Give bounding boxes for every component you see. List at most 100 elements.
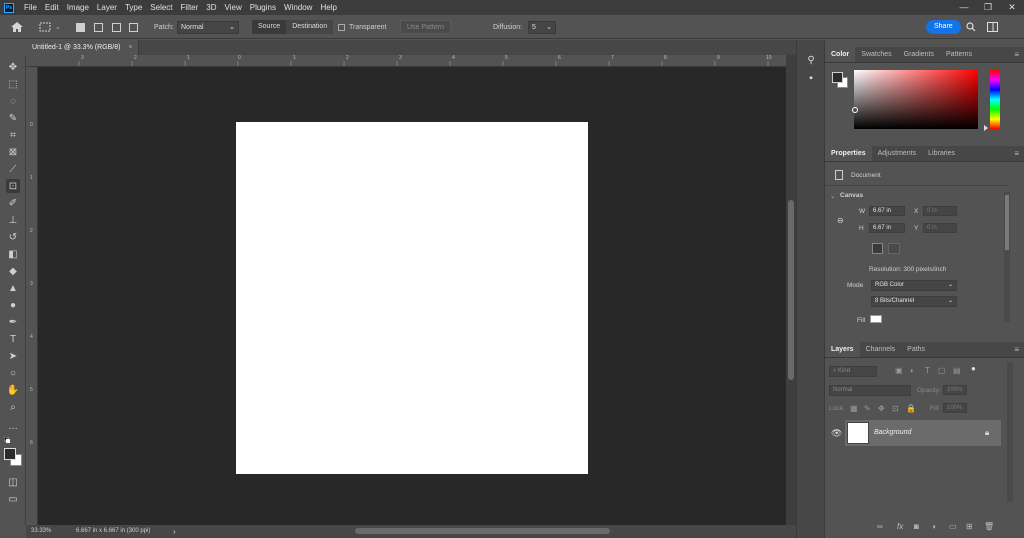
use-pattern-button[interactable]: Use Pattern xyxy=(400,20,451,34)
horizontal-scroll-thumb[interactable] xyxy=(355,528,610,534)
layer-name[interactable]: Background xyxy=(874,429,911,436)
menu-help[interactable]: Help xyxy=(316,0,340,15)
close-tab-icon[interactable]: × xyxy=(128,44,132,51)
filter-pixel-icon[interactable]: ▣ xyxy=(895,366,903,375)
paint-bucket-tool-icon[interactable]: ◆ xyxy=(6,264,20,278)
share-button[interactable]: Share xyxy=(926,20,961,34)
menu-file[interactable]: File xyxy=(20,0,41,15)
menu-filter[interactable]: Filter xyxy=(177,0,203,15)
zoom-tool-icon[interactable]: ⌕ xyxy=(6,400,20,414)
x-field[interactable]: 0 in xyxy=(923,206,957,216)
height-field[interactable]: 6.67 in xyxy=(869,223,905,233)
bit-depth-select[interactable]: 8 Bits/Channel ⌄ xyxy=(871,296,957,307)
hue-slider-handle[interactable] xyxy=(984,125,988,131)
comments-panel-icon[interactable]: ▪ xyxy=(804,72,818,86)
lock-pixels-icon[interactable]: ✎ xyxy=(864,404,871,413)
filter-shape-icon[interactable]: ▢ xyxy=(938,366,946,375)
add-mask-icon[interactable]: ◙ xyxy=(914,522,919,531)
close-button[interactable]: ✕ xyxy=(1000,0,1024,15)
layer-style-icon[interactable]: fx xyxy=(897,522,903,531)
patch-mode-select[interactable]: Normal ⌄ xyxy=(177,20,239,34)
tab-paths[interactable]: Paths xyxy=(901,342,931,357)
path-selection-tool-icon[interactable]: ➤ xyxy=(6,349,20,363)
filter-type-icon[interactable]: T xyxy=(925,366,930,375)
hand-tool-icon[interactable]: ✋ xyxy=(6,383,20,397)
home-button[interactable] xyxy=(10,15,24,39)
eyedropper-tool-icon[interactable]: ⟋ xyxy=(6,162,20,176)
delete-layer-icon[interactable]: 🗑︎ xyxy=(984,522,994,531)
panel-menu-icon[interactable]: ≡ xyxy=(1014,342,1019,358)
eye-icon[interactable]: 👁 xyxy=(831,428,842,439)
layer-kind-filter[interactable]: ⌕ Kind xyxy=(829,366,877,377)
patch-tool-icon[interactable]: ⊡ xyxy=(6,179,20,193)
menu-select[interactable]: Select xyxy=(146,0,176,15)
menu-plugins[interactable]: Plugins xyxy=(246,0,280,15)
tab-patterns[interactable]: Patterns xyxy=(940,47,978,62)
minimize-button[interactable]: — xyxy=(952,0,976,15)
dodge-tool-icon[interactable]: ● xyxy=(6,298,20,312)
history-panel-icon[interactable]: ⚲ xyxy=(804,54,818,68)
menu-layer[interactable]: Layer xyxy=(93,0,121,15)
lock-transparent-icon[interactable]: ▦ xyxy=(850,404,858,413)
color-picker-cursor[interactable] xyxy=(852,107,858,113)
landscape-orientation-button[interactable] xyxy=(888,243,900,254)
workspace-button[interactable] xyxy=(987,15,998,39)
lock-artboard-icon[interactable]: ⊡ xyxy=(892,404,899,413)
more-tools-icon[interactable]: … xyxy=(6,419,20,433)
zoom-level[interactable]: 33.33% xyxy=(31,528,51,534)
properties-scroll-thumb[interactable] xyxy=(1005,195,1009,250)
filter-adjustment-icon[interactable]: ◐ xyxy=(910,366,915,375)
adjustment-layer-icon[interactable]: ◑ xyxy=(931,522,936,531)
shape-tool-icon[interactable]: ○ xyxy=(6,366,20,380)
fill-field[interactable]: 100% xyxy=(943,403,967,413)
status-menu-arrow[interactable]: › xyxy=(173,527,176,536)
type-tool-icon[interactable]: T xyxy=(6,332,20,346)
tab-color[interactable]: Color xyxy=(825,47,856,62)
selection-mode-subtract[interactable] xyxy=(112,15,121,39)
layers-scrollbar[interactable] xyxy=(1007,362,1013,502)
selection-mode-add[interactable] xyxy=(94,15,103,39)
quick-mask-icon[interactable]: ◫ xyxy=(6,475,20,489)
new-group-icon[interactable]: ▭ xyxy=(949,522,957,531)
panel-menu-icon[interactable]: ≡ xyxy=(1014,146,1019,162)
tab-properties[interactable]: Properties xyxy=(825,146,872,161)
menu-window[interactable]: Window xyxy=(280,0,316,15)
foreground-color-swatch[interactable] xyxy=(4,448,16,460)
portrait-orientation-button[interactable] xyxy=(872,243,883,254)
y-field[interactable]: 0 in xyxy=(923,223,957,233)
new-layer-icon[interactable]: ⊞ xyxy=(966,522,973,531)
menu-image[interactable]: Image xyxy=(63,0,93,15)
selection-mode-intersect[interactable] xyxy=(129,15,138,39)
filter-smart-object-icon[interactable]: ▤ xyxy=(953,366,961,375)
lasso-tool-icon[interactable]: ◌ xyxy=(6,94,20,108)
default-colors-icon[interactable] xyxy=(3,436,10,443)
eraser-tool-icon[interactable]: ◧ xyxy=(6,247,20,261)
document-canvas[interactable] xyxy=(236,122,588,474)
source-button[interactable]: Source xyxy=(252,20,287,34)
crop-tool-icon[interactable]: ⌗ xyxy=(6,128,20,142)
blend-mode-select[interactable]: Normal xyxy=(829,385,911,396)
quick-selection-tool-icon[interactable]: ✎ xyxy=(6,111,20,125)
tab-libraries[interactable]: Libraries xyxy=(922,146,961,161)
panel-menu-icon[interactable]: ≡ xyxy=(1014,47,1019,63)
tab-layers[interactable]: Layers xyxy=(825,342,860,357)
diffusion-select[interactable]: 5 ⌄ xyxy=(528,20,556,34)
tab-swatches[interactable]: Swatches xyxy=(855,47,897,62)
document-tab[interactable]: Untitled-1 @ 33.3% (RGB/8) × xyxy=(26,40,140,55)
screen-mode-icon[interactable]: ▭ xyxy=(6,492,20,506)
menu-view[interactable]: View xyxy=(221,0,246,15)
tab-channels[interactable]: Channels xyxy=(860,342,902,357)
clone-stamp-tool-icon[interactable]: ⊥ xyxy=(6,213,20,227)
filter-toggle-icon[interactable]: ● xyxy=(971,364,976,373)
layer-row[interactable]: Background 🔒︎ xyxy=(845,420,1001,446)
link-layers-icon[interactable]: ∞ xyxy=(877,522,883,531)
color-panel-foreground-swatch[interactable] xyxy=(832,72,843,83)
lock-all-icon[interactable]: 🔒 xyxy=(906,404,916,413)
move-tool-icon[interactable]: ✥ xyxy=(6,60,20,74)
fill-color-swatch[interactable] xyxy=(870,315,882,323)
selection-mode-new[interactable] xyxy=(76,15,85,39)
opacity-field[interactable]: 100% xyxy=(943,385,967,395)
width-field[interactable]: 6.67 in xyxy=(869,206,905,216)
menu-edit[interactable]: Edit xyxy=(41,0,63,15)
tab-adjustments[interactable]: Adjustments xyxy=(872,146,923,161)
